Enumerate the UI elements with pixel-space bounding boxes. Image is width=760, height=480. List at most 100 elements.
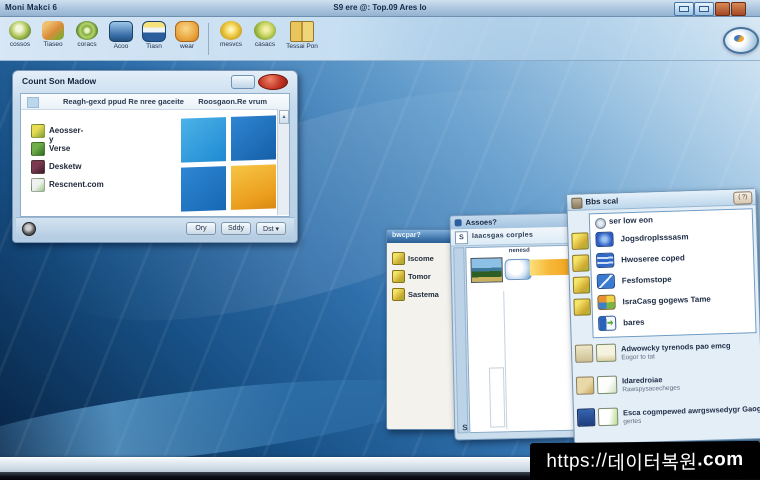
file-type-icon[interactable] xyxy=(504,258,532,281)
toolbar-button-2[interactable]: Tiaseo xyxy=(36,21,70,48)
list-item[interactable]: bares xyxy=(597,315,645,334)
folder-item-label: Sastema xyxy=(408,290,439,299)
detail-line1: Idaredroiae xyxy=(621,375,663,386)
dialog-statusbar: Ory Sddy Dst ▾ xyxy=(16,217,294,239)
toolbar-button-1[interactable]: cossos xyxy=(3,21,37,48)
toolbar-label: Tiaseo xyxy=(43,41,63,48)
rail-folder-icon xyxy=(571,232,589,250)
brand-logo-icon[interactable] xyxy=(723,27,759,54)
photo-thumbnail[interactable] xyxy=(470,257,503,284)
dialog-minimize-button[interactable] xyxy=(231,75,255,89)
minimize-button[interactable] xyxy=(674,2,694,16)
list-item-label: IsraCasg gogews Tame xyxy=(622,294,711,307)
app-icon-maroon xyxy=(31,160,45,174)
toolbar-separator xyxy=(208,23,209,55)
windows-logo-pane-br xyxy=(231,164,276,210)
selection-highlight[interactable] xyxy=(529,258,572,276)
list-item[interactable]: Fesfomstope xyxy=(596,273,672,292)
status-icon xyxy=(22,222,36,236)
toolbar-button-6[interactable]: wear xyxy=(170,21,204,50)
toolbar-label: mesvcs xyxy=(219,41,243,48)
boat-icon xyxy=(142,21,166,42)
preview-toolbar-box-icon[interactable]: S xyxy=(454,231,469,245)
detail-line2: Eogor to tat xyxy=(621,353,655,362)
book-icon xyxy=(290,21,314,42)
toolbar-button-8[interactable]: casacs xyxy=(248,21,282,48)
dialog-title: Count Son Madow xyxy=(22,76,97,86)
detail-line1: Esca cogmpewed awrgswsedygr Gaogaoed xyxy=(622,403,760,418)
shell-icon xyxy=(254,21,276,40)
preview-toolbar-text: Iaacsgas corples xyxy=(471,231,534,240)
program-icon xyxy=(597,315,617,332)
list-item-label: bares xyxy=(623,317,645,328)
app-titlebar[interactable]: Moni Makci 6 S9 ere @: Top.09 Ares lo xyxy=(0,0,760,17)
list-item[interactable]: Hwoseree coped xyxy=(595,252,685,271)
folder-panel-titlebar[interactable]: bwcpar? xyxy=(387,230,456,243)
dialog-button-1[interactable]: Ory xyxy=(186,222,216,235)
preview-panel: nenesd xyxy=(465,244,578,434)
detail-item[interactable]: Adwowcky tyrenods pao emcg Eogor to tat xyxy=(574,339,756,363)
detail-line2: gertes xyxy=(623,417,642,426)
watermark-banner: https://데이터복원 .com xyxy=(530,440,760,480)
preview-panel-label: nenesd xyxy=(508,247,530,255)
program-icon xyxy=(595,231,614,248)
scroll-up-icon[interactable]: ▲ xyxy=(279,110,289,124)
dialog-button-2[interactable]: Sddy xyxy=(221,222,251,235)
list-window-close-button[interactable]: ( ?) xyxy=(733,191,753,205)
maximize-icon xyxy=(699,6,709,12)
dialog-header-left: Reagh-gexd ppud Re nree gaceite xyxy=(63,97,184,106)
badge-icon xyxy=(175,21,199,42)
header-chip-icon xyxy=(27,97,39,108)
detail-item[interactable]: Idaredroiae Rawspysacecheges xyxy=(575,371,757,395)
detail-rail-icon xyxy=(574,344,594,363)
toolbar-label: wear xyxy=(179,43,195,50)
toolbar-label: Tiasn xyxy=(146,43,162,50)
list-window: Bbs scal ( ?) ser low eon Jogsdroplsssas… xyxy=(566,188,760,445)
dialog-content-frame: Reagh-gexd ppud Re nree gaceite Roosgaon… xyxy=(20,93,290,217)
detail-rail-icon xyxy=(576,408,596,427)
detail-item[interactable]: Esca cogmpewed awrgswsedygr Gaogaoed ger… xyxy=(576,403,760,427)
folder-panel-title: bwcpar? xyxy=(392,232,421,239)
group-header-icon xyxy=(594,217,607,230)
screen: Moni Makci 6 S9 ere @: Top.09 Ares lo co… xyxy=(0,0,760,480)
dialog-item-label: Rescnent.com xyxy=(49,180,104,189)
toolbar-button-9[interactable]: Tessai Pon xyxy=(282,21,322,50)
folder-icon xyxy=(392,288,405,301)
toolbar-button-7[interactable]: mesvcs xyxy=(214,21,248,48)
dialog-scrollbar[interactable]: ▲ xyxy=(277,109,289,215)
windows-logo xyxy=(181,115,277,213)
detail-line2: Rawspysacecheges xyxy=(622,384,681,394)
toolbar-button-4[interactable]: Acoo xyxy=(104,21,138,50)
toolbar-button-5[interactable]: Tiasn xyxy=(137,21,171,50)
close-button[interactable] xyxy=(731,2,746,16)
minimize-icon xyxy=(679,6,689,12)
maximize-button[interactable] xyxy=(694,2,714,16)
close-button-left[interactable] xyxy=(715,2,730,16)
list-item[interactable]: IsraCasg gogews Tame xyxy=(597,294,711,313)
dialog-close-button[interactable] xyxy=(258,74,288,90)
list-item-label: Fesfomstope xyxy=(621,274,672,286)
folder-document-icon xyxy=(596,375,618,395)
toolbar-label: Tessai Pon xyxy=(286,43,318,50)
toolbar-label: Acoo xyxy=(113,43,129,50)
dialog-window: Count Son Madow Reagh-gexd ppud Re nree … xyxy=(12,70,298,243)
dialog-button-3[interactable]: Dst ▾ xyxy=(256,222,286,235)
toolbar-label: coracs xyxy=(77,41,97,48)
preview-title: Assoes? xyxy=(465,217,497,228)
toolbar-label: cossos xyxy=(9,41,31,48)
detail-line1: Adwowcky tyrenods pao emcg xyxy=(620,340,731,354)
page-icon xyxy=(597,407,619,427)
program-list-box: ser low eon Jogsdroplsssasm Hwoseree cop… xyxy=(588,208,757,339)
folder-item-label: Tomor xyxy=(408,272,431,281)
monitor-icon xyxy=(109,21,133,42)
windows-logo-pane-bl xyxy=(181,166,226,212)
group-header: ser low eon xyxy=(608,215,654,226)
document-icon xyxy=(595,343,617,363)
toolbar-button-3[interactable]: coracs xyxy=(70,21,104,48)
windows-logo-pane-tr xyxy=(231,115,276,161)
dialog-item-label: Aeosser-y xyxy=(49,126,84,144)
list-window-titlebar[interactable]: Bbs scal ( ?) xyxy=(567,189,756,212)
dialog-titlebar[interactable]: Count Son Madow xyxy=(13,71,297,91)
list-item[interactable]: Jogsdroplsssasm xyxy=(595,231,689,250)
rail-folder-icon xyxy=(573,298,591,316)
